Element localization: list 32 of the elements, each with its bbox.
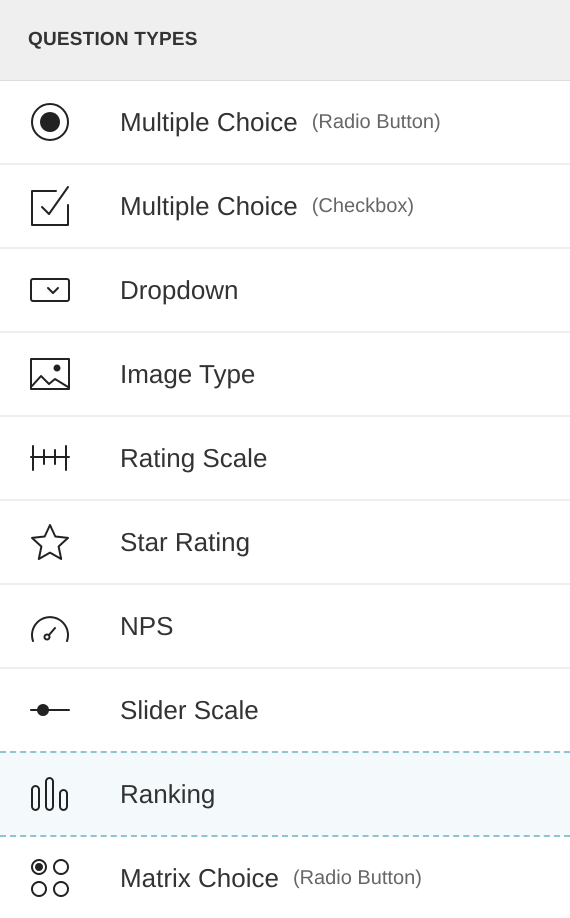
checkbox-icon [30, 185, 70, 227]
item-label: Dropdown [120, 274, 239, 306]
rating-scale-icon [30, 445, 70, 471]
item-label: Ranking [120, 778, 216, 810]
star-icon [30, 523, 70, 561]
item-label: Multiple Choice [120, 190, 298, 222]
question-type-item[interactable]: Multiple Choice (Radio Button) [0, 81, 570, 165]
ranking-icon [30, 777, 70, 811]
question-type-item[interactable]: Matrix Choice (Radio Button) [0, 837, 570, 918]
item-label: Image Type [120, 358, 256, 390]
item-label: Star Rating [120, 526, 250, 558]
radio-button-icon [30, 102, 70, 142]
item-subtitle: (Radio Button) [312, 110, 441, 135]
question-type-item[interactable]: Ranking [0, 751, 570, 837]
matrix-icon [30, 858, 70, 898]
dropdown-icon [30, 278, 70, 302]
item-subtitle: (Radio Button) [292, 866, 422, 891]
question-type-item[interactable]: Rating Scale [0, 417, 570, 501]
item-subtitle: (Checkbox) [312, 194, 414, 219]
image-icon [30, 358, 70, 390]
item-label: Slider Scale [120, 694, 259, 726]
item-label: Multiple Choice [120, 106, 298, 138]
question-type-item[interactable]: Star Rating [0, 501, 570, 585]
slider-icon [30, 702, 70, 718]
item-label: Matrix Choice [120, 862, 279, 894]
panel-title: QUESTION TYPES [28, 28, 198, 52]
item-label: NPS [120, 610, 174, 642]
question-type-item[interactable]: Multiple Choice (Checkbox) [0, 165, 570, 249]
question-type-item[interactable]: Image Type [0, 333, 570, 417]
item-label: Rating Scale [120, 442, 268, 474]
question-type-item[interactable]: NPS [0, 585, 570, 669]
question-type-item[interactable]: Dropdown [0, 249, 570, 333]
